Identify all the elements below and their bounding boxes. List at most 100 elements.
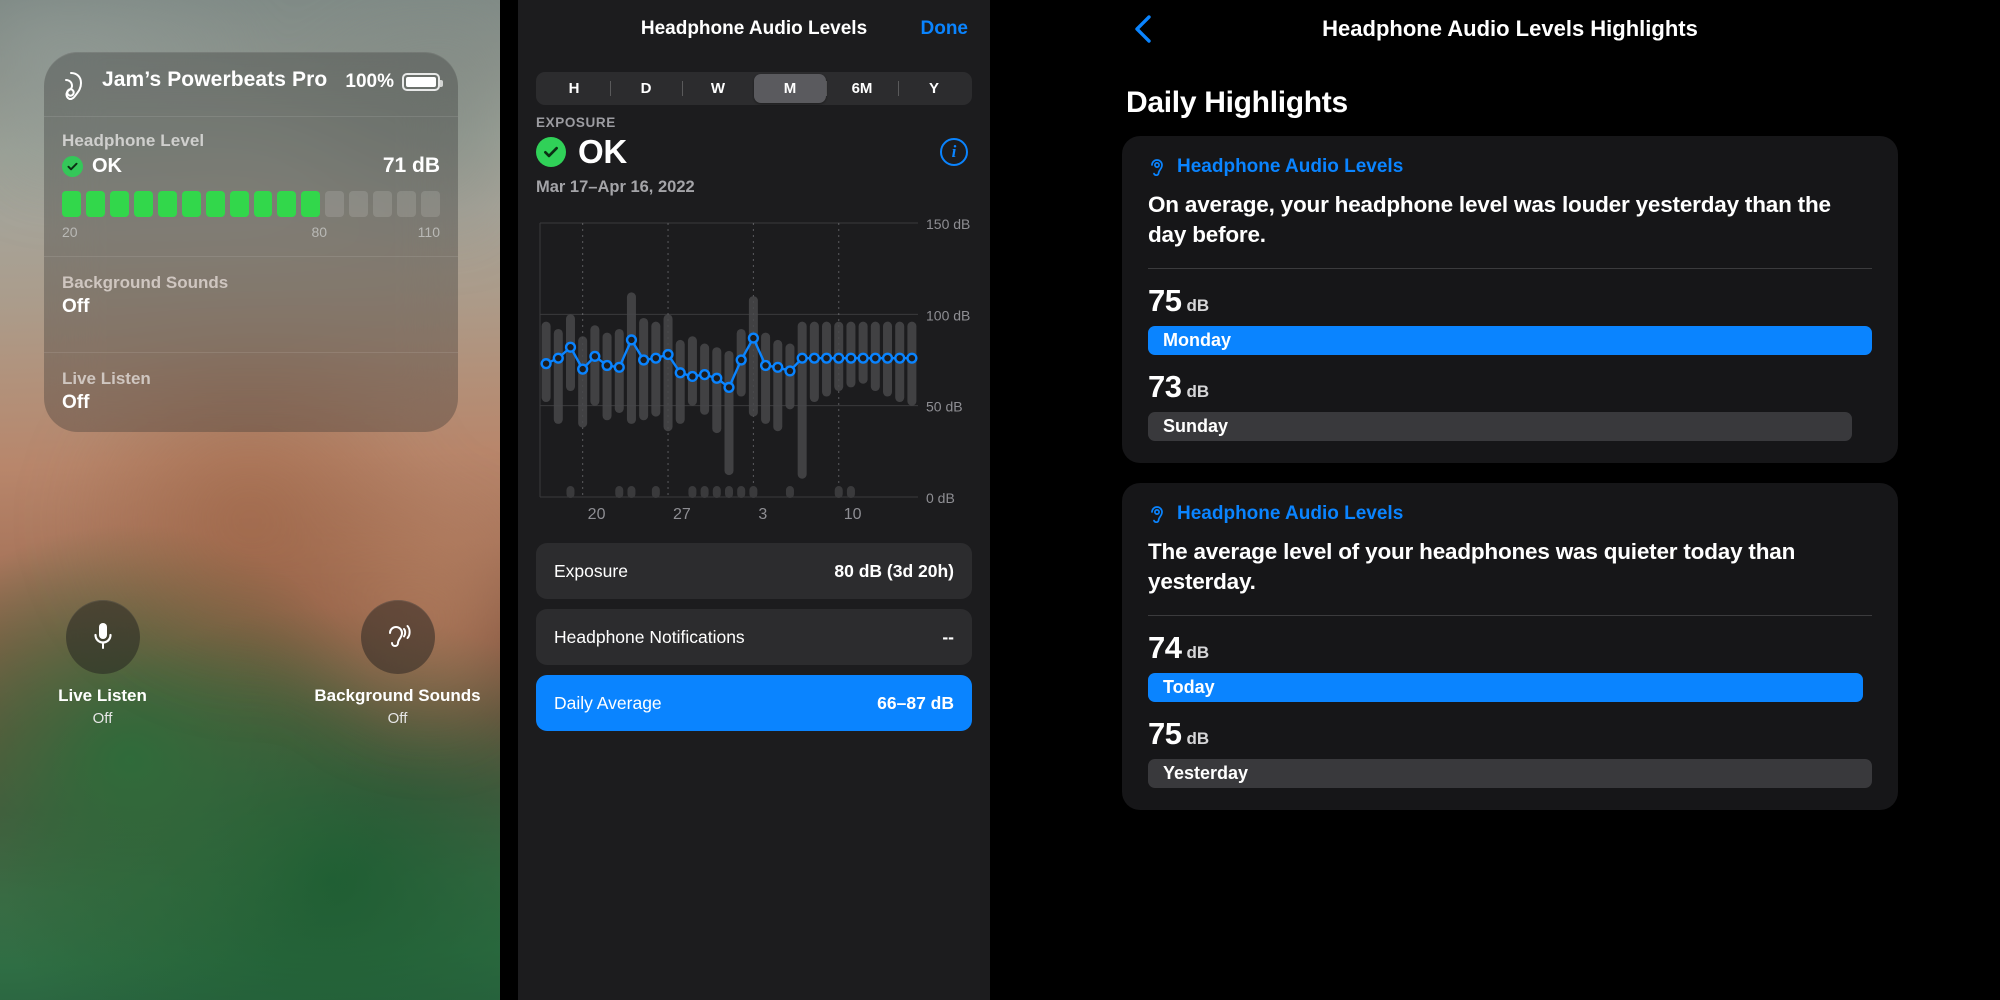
highlight-number: 73 xyxy=(1148,368,1182,404)
health-detail-rows: Exposure 80 dB (3d 20h) Headphone Notifica… xyxy=(518,543,990,731)
live-listen-label: Live Listen xyxy=(62,369,151,388)
highlight-unit: dB xyxy=(1186,295,1210,315)
highlight-item: 73 dB Sunday xyxy=(1148,369,1872,441)
meter-segment xyxy=(62,191,81,217)
highlight-bar-label: Today xyxy=(1163,676,1215,697)
segment-h[interactable]: H xyxy=(538,74,610,103)
ear-icon xyxy=(1148,503,1168,525)
segment-6m[interactable]: 6M xyxy=(826,74,898,103)
health-row-value: -- xyxy=(942,626,954,647)
highlight-card-list: Headphone Audio Levels On average, your h… xyxy=(1122,136,1898,810)
highlight-kicker-text: Headphone Audio Levels xyxy=(1177,502,1404,524)
health-title: Headphone Audio Levels xyxy=(640,18,868,39)
y-axis-label: 0 dB xyxy=(926,490,955,506)
x-axis-label: 20 xyxy=(588,506,606,523)
highlight-item: 74 dB Today xyxy=(1148,630,1872,702)
background-sounds-value: Off xyxy=(62,296,90,317)
exposure-summary: EXPOSURE OK i Mar 17–Apr 16, 2022 xyxy=(518,105,990,197)
highlight-unit: dB xyxy=(1186,642,1210,662)
health-row[interactable]: Exposure 80 dB (3d 20h) xyxy=(536,543,972,599)
meter-segment xyxy=(133,191,153,217)
x-axis-label: 27 xyxy=(673,506,691,523)
highlight-card[interactable]: Headphone Audio Levels The average level … xyxy=(1122,482,1898,810)
exposure-status: OK xyxy=(578,133,627,170)
health-navbar: Headphone Audio Levels Done xyxy=(518,0,990,58)
meter-segment xyxy=(421,191,440,217)
highlight-item: 75 dB Yesterday xyxy=(1148,716,1872,788)
exposure-kicker: EXPOSURE xyxy=(536,115,616,130)
health-row[interactable]: Daily Average 66–87 dB xyxy=(536,675,972,731)
time-range-segmented-control[interactable]: H D W M 6M Y xyxy=(536,72,972,105)
done-button[interactable]: Done xyxy=(921,18,969,40)
info-circle-icon[interactable]: i xyxy=(940,138,968,166)
segment-y[interactable]: Y xyxy=(898,74,970,103)
divider xyxy=(1148,267,1872,269)
highlight-value: 73 dB xyxy=(1148,369,1872,405)
x-axis-label: 3 xyxy=(758,506,767,523)
headphone-level-label: Headphone Level xyxy=(62,131,205,150)
highlight-item: 75 dB Monday xyxy=(1148,283,1872,355)
highlight-kicker: Headphone Audio Levels xyxy=(1148,156,1872,178)
audio-control-card: Jam’s Powerbeats Pro 100% Headphone Leve… xyxy=(44,52,458,432)
ear-waves-icon xyxy=(360,600,435,674)
health-row-value: 80 dB (3d 20h) xyxy=(834,560,954,581)
device-name: Jam’s Powerbeats Pro xyxy=(102,68,328,91)
live-listen-button-state: Off xyxy=(92,710,113,728)
scale-label-min: 20 xyxy=(62,224,78,240)
meter-segment xyxy=(349,191,369,217)
screenshot-stage: Jam’s Powerbeats Pro 100% Headphone Leve… xyxy=(0,0,2000,1000)
highlight-bar: Sunday xyxy=(1148,411,1853,441)
meter-segment xyxy=(325,191,345,217)
meter-segment xyxy=(253,191,273,217)
highlight-card[interactable]: Headphone Audio Levels On average, your h… xyxy=(1122,136,1898,463)
scale-label-mid: 80 xyxy=(311,224,328,240)
highlight-number: 75 xyxy=(1148,715,1182,751)
meter-segment xyxy=(301,191,321,217)
battery-percent: 100% xyxy=(345,71,394,92)
segment-w[interactable]: W xyxy=(682,74,754,103)
battery-icon xyxy=(402,73,443,91)
headphone-level-status-text: OK xyxy=(92,154,122,177)
live-listen-section[interactable]: Live Listen Off xyxy=(44,352,458,432)
health-row[interactable]: Headphone Notifications -- xyxy=(536,609,972,665)
background-sounds-section[interactable]: Background Sounds Off xyxy=(44,256,458,352)
highlights-navbar: Headphone Audio Levels Highlights xyxy=(1020,0,2000,58)
chevron-left-icon[interactable] xyxy=(1130,14,1156,44)
highlight-value: 75 dB xyxy=(1148,716,1872,752)
meter-segment xyxy=(205,191,225,217)
highlights-title: Headphone Audio Levels Highlights xyxy=(1322,16,1698,41)
highlight-kicker: Headphone Audio Levels xyxy=(1148,503,1872,525)
device-header-row[interactable]: Jam’s Powerbeats Pro 100% xyxy=(44,52,458,116)
headphone-level-section[interactable]: Headphone Level OK 71 dB 20 80 110 xyxy=(44,116,458,256)
highlight-value: 75 dB xyxy=(1148,283,1872,319)
highlight-bar: Today xyxy=(1148,672,1863,702)
background-sounds-button[interactable]: Background Sounds Off xyxy=(295,600,500,727)
highlight-bar: Monday xyxy=(1148,325,1872,355)
exposure-chart[interactable]: 0 dB 50 dB 100 dB 150 dB 20 27 3 10 xyxy=(518,207,990,537)
ear-icon xyxy=(1148,156,1168,178)
headphone-level-scale: 20 80 110 xyxy=(62,224,440,242)
highlight-bar: Yesterday xyxy=(1148,758,1872,788)
highlight-value: 74 dB xyxy=(1148,630,1872,666)
highlight-bar-label: Monday xyxy=(1163,329,1232,350)
background-sounds-button-state: Off xyxy=(387,710,408,728)
highlight-bar-label: Yesterday xyxy=(1163,762,1249,783)
highlight-unit: dB xyxy=(1186,381,1210,401)
daily-highlights-heading: Daily Highlights xyxy=(1126,86,1348,119)
live-listen-button[interactable]: Live Listen Off xyxy=(0,600,205,727)
y-axis-label: 150 dB xyxy=(926,216,970,232)
meter-segment xyxy=(277,191,297,217)
meter-segment xyxy=(85,191,105,217)
highlight-bar-label: Sunday xyxy=(1163,415,1229,436)
headphone-level-value: 71 dB xyxy=(382,154,440,177)
earbud-icon xyxy=(62,70,92,102)
scale-label-max: 110 xyxy=(417,224,440,240)
segment-d[interactable]: D xyxy=(610,74,682,103)
segment-m[interactable]: M xyxy=(754,74,826,103)
y-axis-label: 100 dB xyxy=(926,307,970,323)
health-row-label: Daily Average xyxy=(554,692,662,713)
background-sounds-button-caption: Background Sounds xyxy=(314,686,481,705)
highlight-unit: dB xyxy=(1186,728,1210,748)
battery-indicator: 100% xyxy=(345,71,443,93)
live-listen-value: Off xyxy=(62,392,90,413)
